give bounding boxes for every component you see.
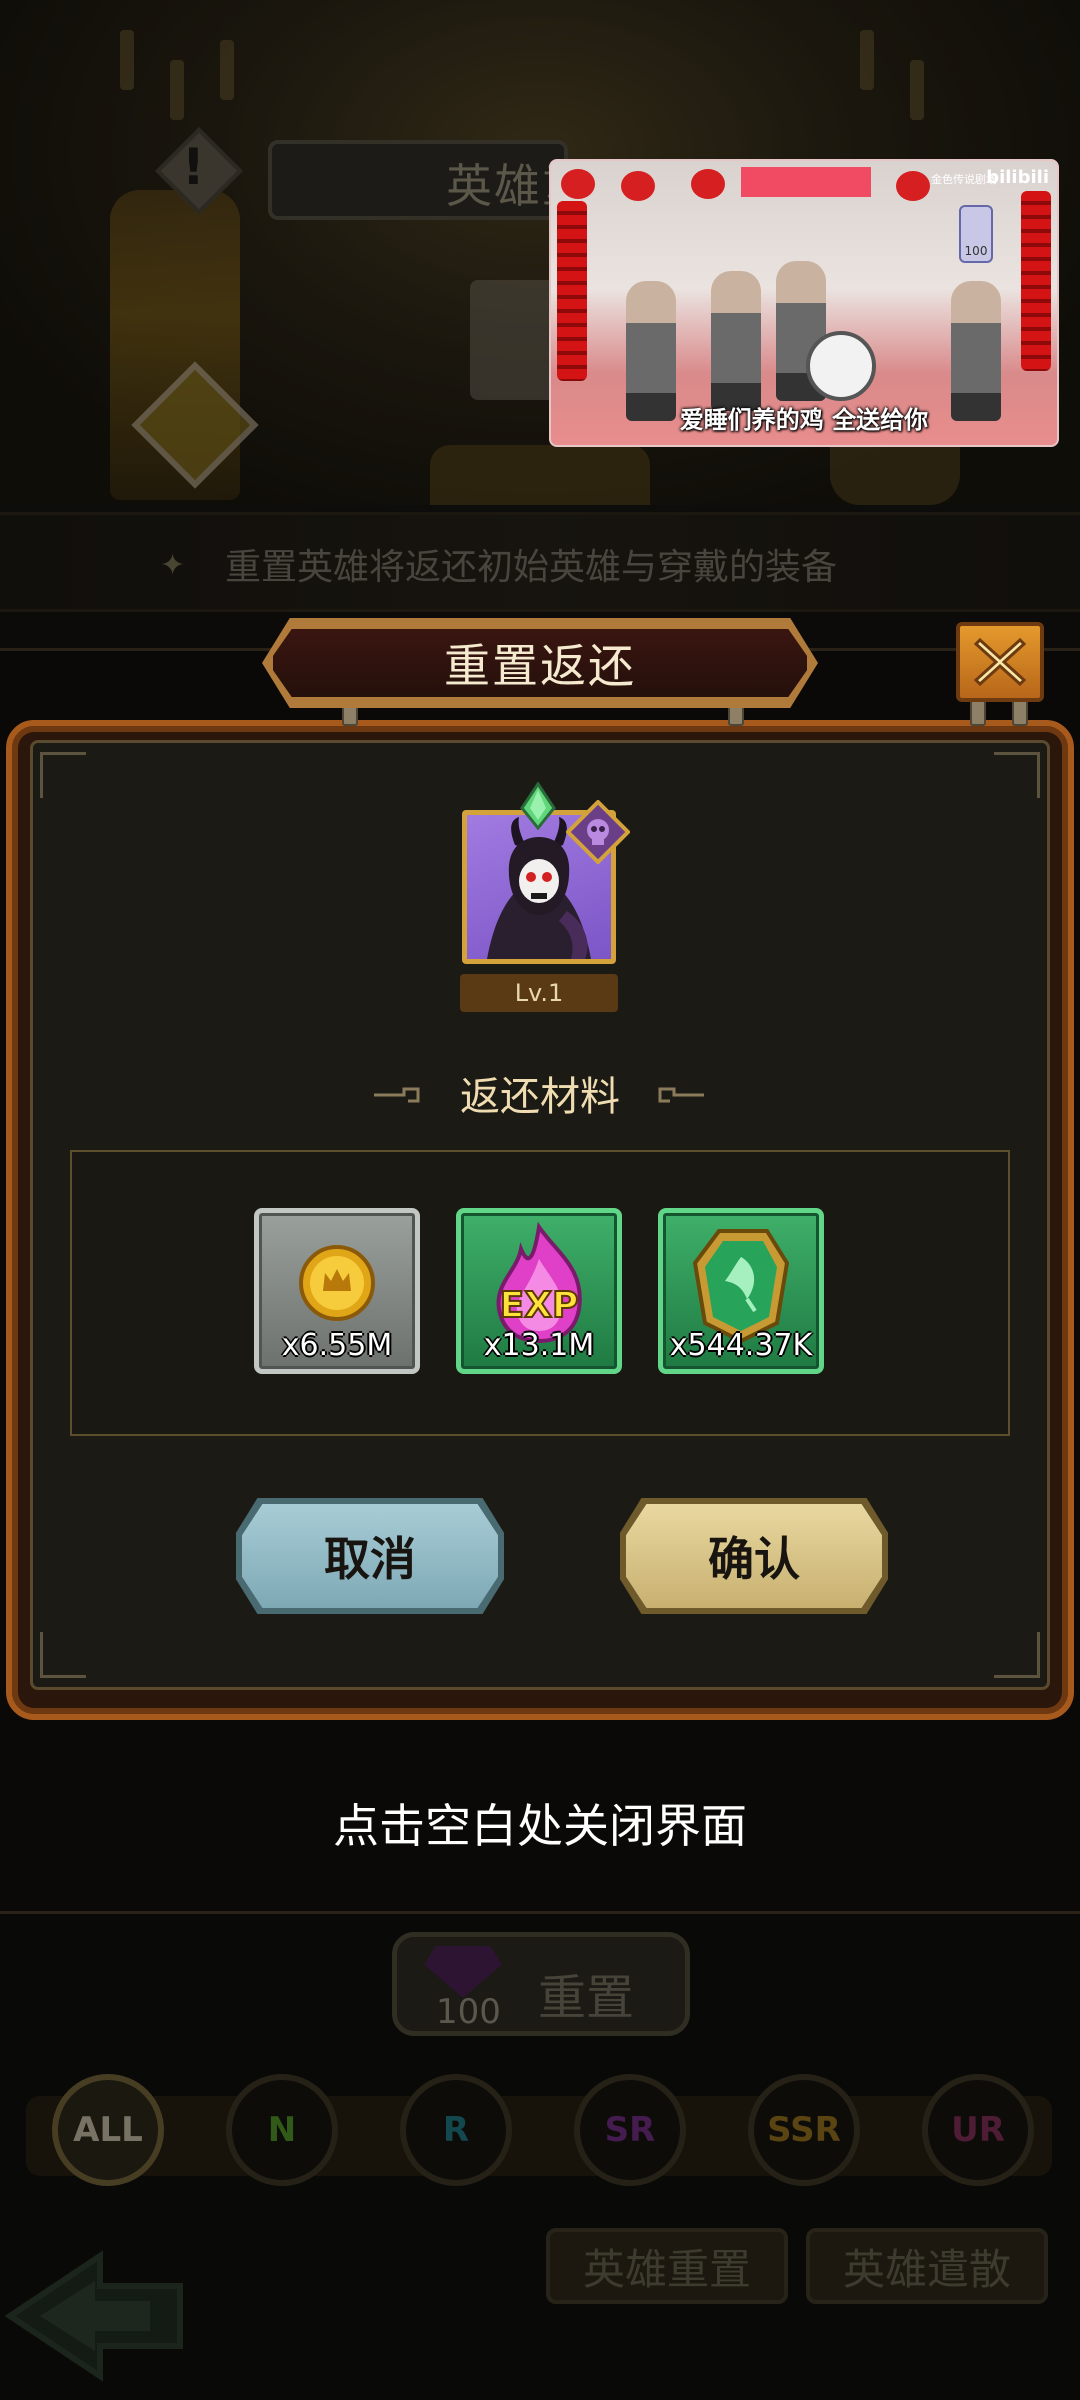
- confirm-button[interactable]: 确认: [626, 1504, 882, 1608]
- lantern: [691, 169, 725, 199]
- rarity-gem-icon: [520, 782, 556, 830]
- close-icon: [973, 637, 1027, 687]
- cancel-button[interactable]: 取消: [242, 1504, 498, 1608]
- material-gold-coin[interactable]: x6.55M: [254, 1208, 420, 1374]
- material-amount: x13.1M: [483, 1328, 595, 1363]
- corner-ornament: [40, 1632, 86, 1678]
- lantern: [896, 171, 930, 201]
- divider-ornament: [658, 1087, 704, 1103]
- svg-text:EXP: EXP: [500, 1285, 579, 1326]
- video-badge: 100: [959, 205, 993, 263]
- skull-class-icon: [566, 800, 630, 864]
- dialog-title: 重置返还: [444, 639, 636, 693]
- drum: [806, 331, 876, 401]
- corner-ornament: [994, 752, 1040, 798]
- lantern: [561, 169, 595, 199]
- material-exp[interactable]: EXP x13.1M: [456, 1208, 622, 1374]
- material-green-stone[interactable]: x544.37K: [658, 1208, 824, 1374]
- materials-title: 返还材料: [460, 1074, 620, 1120]
- performer: [711, 271, 761, 411]
- hero-level: Lv.1: [460, 974, 618, 1012]
- close-hint: 点击空白处关闭界面: [333, 1799, 747, 1853]
- material-amount: x6.55M: [281, 1328, 393, 1363]
- close-button[interactable]: [956, 622, 1044, 702]
- video-caption: 爱睡们养的鸡 全送给你: [679, 406, 929, 434]
- corner-ornament: [994, 1632, 1040, 1678]
- firecracker: [557, 201, 587, 381]
- material-amount: x544.37K: [669, 1328, 813, 1363]
- video-banner: [741, 167, 871, 197]
- lantern: [621, 171, 655, 201]
- video-player[interactable]: 金色传说剧场 bilibili 100 爱睡们养的鸡 全送给你: [549, 159, 1059, 447]
- firecracker: [1021, 191, 1051, 371]
- bilibili-logo: bilibili: [986, 167, 1049, 188]
- corner-ornament: [40, 752, 86, 798]
